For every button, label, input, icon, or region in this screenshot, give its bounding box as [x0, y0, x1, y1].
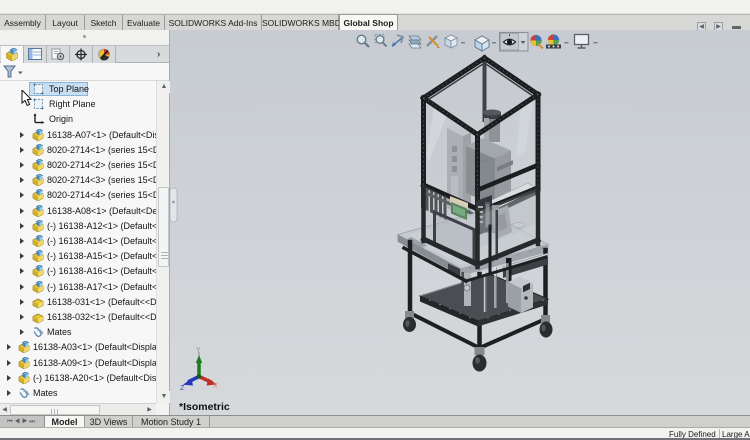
svg-text:Z: Z [180, 383, 185, 392]
svg-text:*Isometric: *Isometric [179, 401, 230, 413]
svg-text:X: X [213, 381, 218, 390]
svg-text:Y: Y [196, 347, 201, 354]
